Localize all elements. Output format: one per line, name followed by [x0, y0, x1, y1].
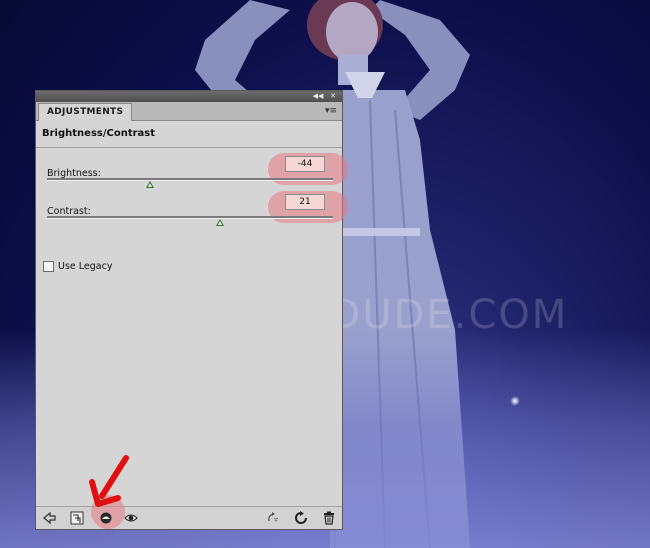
panel-titlebar: ◀◀ ✕: [36, 91, 342, 102]
use-legacy-label: Use Legacy: [58, 261, 113, 272]
star-glow: [510, 396, 520, 406]
brightness-slider-track[interactable]: [47, 178, 333, 181]
reset-icon[interactable]: [266, 511, 280, 525]
adjustment-title: Brightness/Contrast: [42, 128, 156, 139]
brightness-control: Brightness: -44: [47, 156, 333, 188]
double-chevron-icon[interactable]: ◀◀: [312, 92, 324, 101]
contrast-slider-track[interactable]: [47, 216, 333, 219]
contrast-control: Contrast: 21: [47, 194, 333, 226]
use-legacy-option[interactable]: Use Legacy: [43, 261, 112, 272]
panel-tab-row: ADJUSTMENTS ▾≡: [36, 102, 342, 121]
tab-adjustments[interactable]: ADJUSTMENTS: [38, 103, 133, 121]
red-arrow-annotation: [89, 455, 129, 507]
visibility-eye-icon[interactable]: [124, 511, 138, 525]
brightness-slider-thumb[interactable]: [145, 181, 154, 188]
contrast-value-field[interactable]: 21: [285, 194, 325, 210]
view-previous-state-icon[interactable]: [99, 511, 113, 525]
refresh-icon[interactable]: [294, 511, 308, 525]
panel-bottom-toolbar: [36, 495, 342, 529]
contrast-slider-thumb[interactable]: [216, 219, 225, 226]
clip-to-layer-icon[interactable]: [70, 511, 84, 525]
brightness-value-field[interactable]: -44: [285, 156, 325, 172]
close-icon[interactable]: ✕: [327, 92, 339, 101]
trash-icon[interactable]: [322, 511, 336, 525]
panel-menu-icon[interactable]: ▾≡: [324, 105, 338, 117]
title-divider: [36, 147, 342, 148]
back-arrow-icon[interactable]: [42, 511, 56, 525]
use-legacy-checkbox[interactable]: [43, 261, 54, 272]
adjustments-panel: ◀◀ ✕ ADJUSTMENTS ▾≡ Brightness/Contrast …: [35, 90, 348, 530]
